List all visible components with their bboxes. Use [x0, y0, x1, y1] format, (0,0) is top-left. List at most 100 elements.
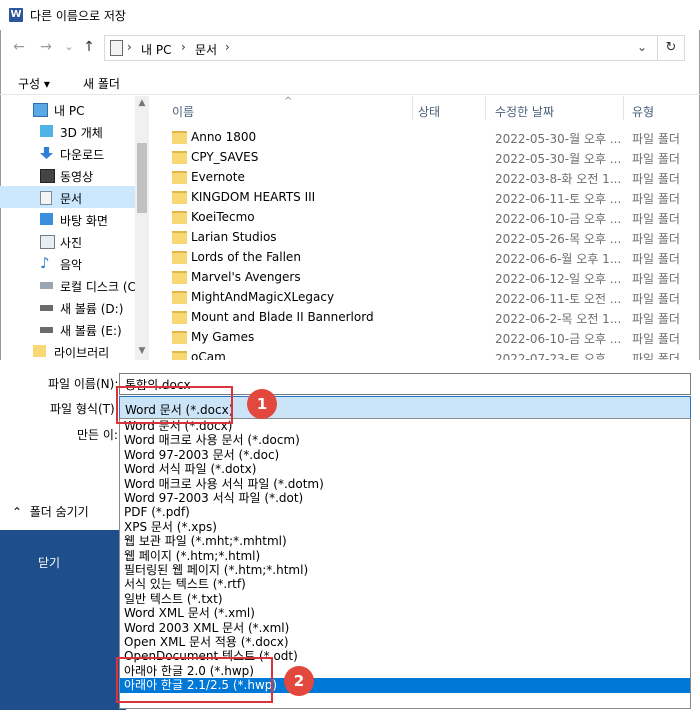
- folder-icon: [172, 191, 187, 204]
- sidebar-item-3d-objects[interactable]: 3D 개체: [0, 120, 135, 142]
- column-type[interactable]: 유형: [632, 103, 654, 120]
- sidebar-item-volume-d[interactable]: 새 볼륨 (D:): [0, 296, 135, 318]
- file-row[interactable]: Marvel's Avengers 2022-06-12-일 오후 ... 파일 폴…: [150, 267, 700, 287]
- filetype-option[interactable]: Open XML 문서 적용 (*.docx): [120, 635, 690, 650]
- file-row[interactable]: KoeiTecmo 2022-06-10-금 오후 ... 파일 폴더: [150, 207, 700, 227]
- file-type: 파일 폴더: [632, 232, 680, 246]
- file-type: 파일 폴더: [632, 192, 680, 206]
- breadcrumb-this-pc[interactable]: 내 PC: [141, 41, 171, 58]
- sidebar-item-documents[interactable]: 문서: [0, 186, 135, 208]
- sidebar-item-label: 라이브러리: [54, 346, 110, 360]
- column-modified[interactable]: 수정한 날짜: [495, 103, 554, 120]
- hide-folders-label: 폴더 숨기기: [29, 505, 89, 519]
- file-row[interactable]: Anno 1800 2022-05-30-월 오후 ... 파일 폴더: [150, 127, 700, 147]
- scrollbar-thumb[interactable]: [137, 143, 147, 213]
- sidebar-item-videos[interactable]: 동영상: [0, 164, 135, 186]
- scroll-up-icon[interactable]: ▲: [137, 98, 147, 108]
- window-title: 다른 이름으로 저장: [30, 9, 126, 23]
- column-status[interactable]: 상태: [418, 103, 440, 120]
- sidebar-scrollbar[interactable]: ▲ ▼: [135, 96, 149, 360]
- sidebar-item-this-pc[interactable]: 내 PC: [0, 98, 135, 120]
- file-name: Lords of the Fallen: [191, 250, 301, 264]
- filetype-option[interactable]: Word 서식 파일 (*.dotx): [120, 462, 690, 477]
- file-type: 파일 폴더: [632, 292, 680, 306]
- file-type: 파일 폴더: [632, 272, 680, 286]
- filetype-option[interactable]: 웹 보관 파일 (*.mht;*.mhtml): [120, 534, 690, 549]
- sidebar-item-label: 바탕 화면: [60, 214, 108, 228]
- filetype-option[interactable]: Word 매크로 사용 서식 파일 (*.dotm): [120, 477, 690, 492]
- file-name: CPY_SAVES: [191, 150, 259, 164]
- column-name[interactable]: 이름: [172, 103, 194, 120]
- file-row[interactable]: Evernote 2022-03-8-화 오전 1... 파일 폴더: [150, 167, 700, 187]
- scroll-down-icon[interactable]: ▼: [137, 346, 147, 356]
- file-row[interactable]: My Games 2022-06-10-금 오후 ... 파일 폴더: [150, 327, 700, 347]
- navigation-pane: 내 PC 3D 개체 다운로드 동영상 문서 바탕 화면 사진 ♪ 음악 로컬 …: [0, 96, 135, 360]
- file-row[interactable]: MightAndMagicXLegacy 2022-06-11-토 오전 ... 파…: [150, 287, 700, 307]
- column-divider[interactable]: [623, 96, 624, 120]
- sidebar-item-pictures[interactable]: 사진: [0, 230, 135, 252]
- file-row[interactable]: Lords of the Fallen 2022-06-6-월 오후 1... 파일…: [150, 247, 700, 267]
- filetype-option[interactable]: Word 97-2003 서식 파일 (*.dot): [120, 491, 690, 506]
- filetype-option[interactable]: 일반 텍스트 (*.txt): [120, 592, 690, 607]
- breadcrumb-separator-icon: ›: [181, 40, 186, 54]
- sidebar-item-label: 다운로드: [60, 148, 105, 162]
- sidebar-item-desktop[interactable]: 바탕 화면: [0, 208, 135, 230]
- navigation-bar: ← → ⌄ ↑ › 내 PC › 문서 › ⌄ ↻: [0, 32, 700, 62]
- file-list: ^ 이름 상태 수정한 날짜 유형 Anno 1800 2022-05-30-월 …: [150, 96, 700, 360]
- filename-label: 파일 이름(N):: [48, 377, 119, 391]
- file-name: My Games: [191, 330, 255, 344]
- document-icon: [40, 191, 52, 205]
- sidebar-item-label: 문서: [60, 192, 83, 206]
- file-row[interactable]: oCam 2022-07-23-토 오후 ... 파일 폴더: [150, 347, 700, 360]
- filetype-option[interactable]: Word XML 문서 (*.xml): [120, 606, 690, 621]
- folder-icon: [172, 311, 187, 324]
- recent-locations-icon[interactable]: ⌄: [60, 38, 78, 56]
- breadcrumb-documents[interactable]: 문서: [195, 41, 217, 58]
- file-modified: 2022-05-26-목 오후 ...: [495, 232, 620, 246]
- file-row[interactable]: Larian Studios 2022-05-26-목 오후 ... 파일 폴더: [150, 227, 700, 247]
- highlight-box-hwp: [116, 657, 273, 703]
- column-divider[interactable]: [485, 96, 486, 120]
- file-name: Mount and Blade II Bannerlord: [191, 310, 374, 324]
- sidebar-item-music[interactable]: ♪ 음악: [0, 252, 135, 274]
- filetype-option[interactable]: Word 2003 XML 문서 (*.xml): [120, 621, 690, 636]
- folder-icon: [172, 171, 187, 184]
- sidebar-item-volume-e[interactable]: 새 볼륨 (E:): [0, 318, 135, 340]
- filetype-option[interactable]: Word 97-2003 문서 (*.doc): [120, 448, 690, 463]
- sidebar-item-label: 3D 개체: [60, 126, 103, 140]
- back-arrow-icon[interactable]: ←: [10, 38, 28, 56]
- organize-button[interactable]: 구성 ▾: [18, 75, 50, 92]
- new-folder-button[interactable]: 새 폴더: [83, 75, 120, 92]
- download-icon: [40, 147, 53, 159]
- filetype-label: 파일 형식(T):: [50, 402, 119, 416]
- forward-arrow-icon[interactable]: →: [37, 38, 55, 56]
- file-modified: 2022-06-2-목 오전 1...: [495, 312, 620, 326]
- file-row[interactable]: CPY_SAVES 2022-05-30-월 오후 ... 파일 폴더: [150, 147, 700, 167]
- filetype-option[interactable]: 서식 있는 텍스트 (*.rtf): [120, 577, 690, 592]
- breadcrumb-separator-icon: ›: [127, 40, 132, 54]
- folder-icon: [172, 231, 187, 244]
- address-bar[interactable]: › 내 PC › 문서 › ⌄: [104, 35, 658, 61]
- sidebar-item-downloads[interactable]: 다운로드: [0, 142, 135, 164]
- file-name: Marvel's Avengers: [191, 270, 301, 284]
- hide-folders-button[interactable]: ⌃ 폴더 숨기기: [12, 503, 89, 520]
- up-arrow-icon[interactable]: ↑: [80, 38, 98, 56]
- filetype-option[interactable]: 웹 페이지 (*.htm;*.html): [120, 549, 690, 564]
- file-row[interactable]: KINGDOM HEARTS III 2022-06-11-토 오후 ... 파일 …: [150, 187, 700, 207]
- filetype-option[interactable]: XPS 문서 (*.xps): [120, 520, 690, 535]
- drive-icon: [40, 305, 53, 311]
- folder-icon: [172, 131, 187, 144]
- close-button[interactable]: 닫기: [0, 530, 126, 710]
- folder-icon: [172, 151, 187, 164]
- filetype-option[interactable]: 필터링된 웹 페이지 (*.htm;*.html): [120, 563, 690, 578]
- refresh-icon[interactable]: ↻: [657, 35, 685, 61]
- file-name: KoeiTecmo: [191, 210, 255, 224]
- sidebar-item-libraries[interactable]: 라이브러리: [0, 340, 135, 360]
- sidebar-item-local-disk-c[interactable]: 로컬 디스크 (C: [0, 274, 135, 296]
- file-row[interactable]: Mount and Blade II Bannerlord 2022-06-2-목…: [150, 307, 700, 327]
- filetype-option[interactable]: Word 매크로 사용 문서 (*.docm): [120, 433, 690, 448]
- column-divider[interactable]: [412, 96, 413, 120]
- drive-icon: [40, 327, 53, 333]
- filetype-option[interactable]: PDF (*.pdf): [120, 505, 690, 520]
- chevron-down-icon[interactable]: ⌄: [637, 40, 647, 54]
